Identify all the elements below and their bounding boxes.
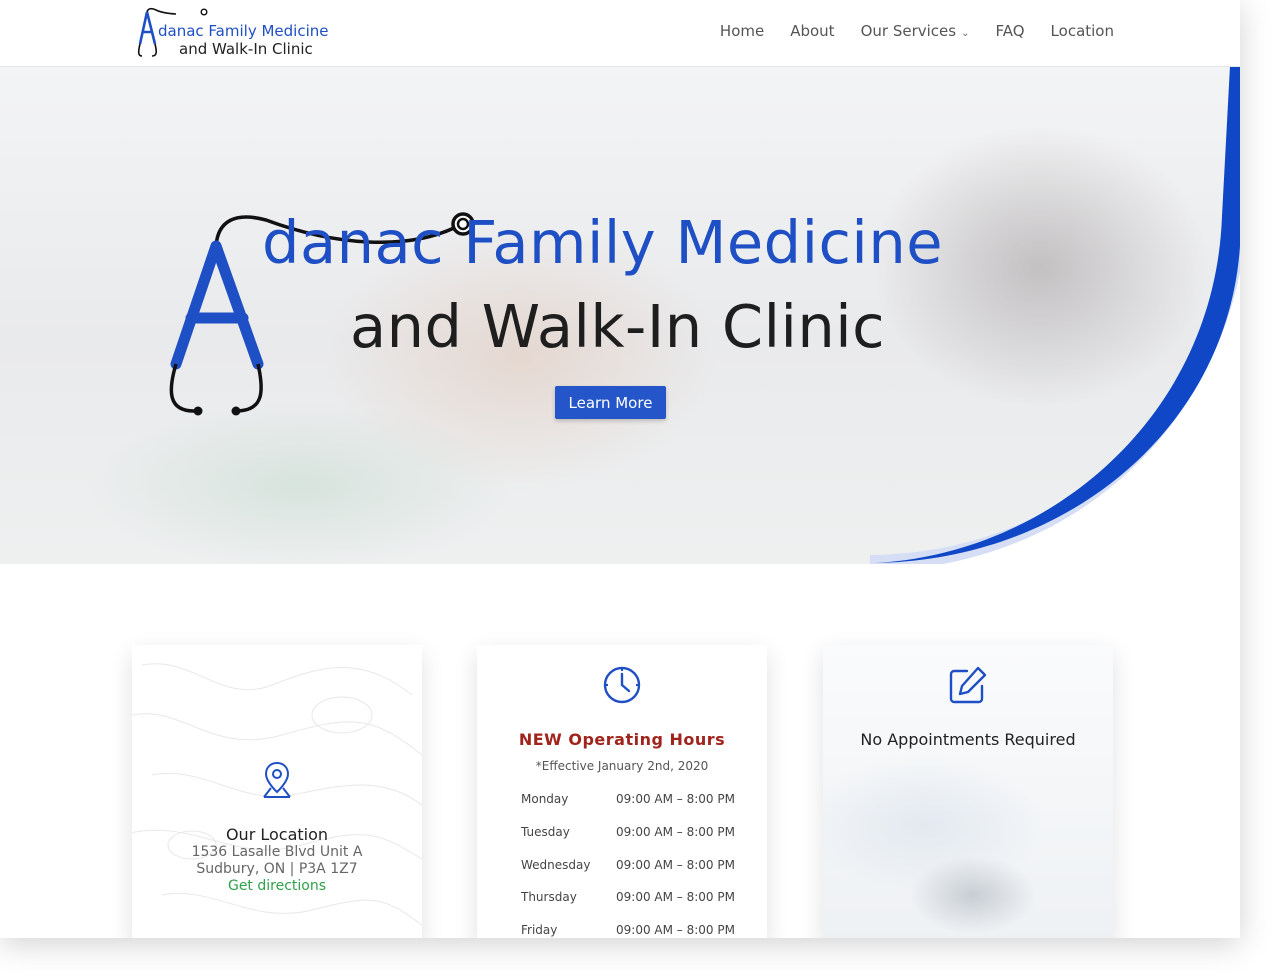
logo-line2: and Walk-In Clinic — [179, 40, 313, 58]
hero-title-line2: and Walk-In Clinic — [350, 292, 886, 361]
main-nav: Home About Our Services ⌄ FAQ Location — [694, 22, 1114, 40]
logo-line1: danac Family Medicine — [158, 22, 329, 40]
no-appointments-title: No Appointments Required — [860, 730, 1076, 749]
location-card: Our Location 1536 Lasalle Blvd Unit A Su… — [132, 645, 422, 938]
hours-time: 09:00 AM – 8:00 PM — [616, 890, 735, 904]
chevron-down-icon: ⌄ — [961, 28, 970, 39]
hero-section: danac Family Medicine and Walk-In Clinic… — [0, 66, 1240, 564]
hours-day: Monday — [521, 792, 569, 806]
nav-home[interactable]: Home — [720, 22, 764, 40]
site-header: danac Family Medicine and Walk-In Clinic… — [0, 0, 1240, 67]
map-pin-icon — [263, 761, 291, 798]
learn-more-button[interactable]: Learn More — [555, 386, 666, 419]
site-logo[interactable]: danac Family Medicine and Walk-In Clinic — [136, 6, 356, 60]
nav-our-services[interactable]: Our Services ⌄ — [861, 22, 970, 40]
hours-day: Wednesday — [521, 858, 591, 872]
location-title: Our Location — [225, 825, 329, 844]
hours-day: Thursday — [521, 890, 577, 904]
hero-title-line1: danac Family Medicine — [262, 208, 944, 277]
address-line2: Sudbury, ON | P3A 1Z7 — [196, 861, 358, 877]
hours-time: 09:00 AM – 8:00 PM — [616, 792, 735, 806]
nav-faq[interactable]: FAQ — [995, 22, 1024, 40]
clock-icon — [603, 666, 641, 704]
nav-our-services-label: Our Services — [860, 22, 957, 40]
hours-title: NEW Operating Hours — [518, 730, 726, 749]
appointments-card: No Appointments Required — [823, 645, 1113, 938]
hours-time: 09:00 AM – 8:00 PM — [616, 825, 735, 839]
hours-time: 09:00 AM – 8:00 PM — [616, 858, 735, 872]
edit-icon — [949, 666, 987, 704]
address-line1: 1536 Lasalle Blvd Unit A — [191, 844, 363, 860]
nav-about[interactable]: About — [790, 22, 834, 40]
hours-card: NEW Operating Hours *Effective January 2… — [477, 645, 767, 938]
hours-day: Friday — [521, 923, 558, 937]
hours-time: 09:00 AM – 8:00 PM — [616, 923, 735, 937]
page: danac Family Medicine and Walk-In Clinic… — [0, 0, 1240, 938]
hours-effective-date: *Effective January 2nd, 2020 — [535, 759, 709, 773]
nav-location[interactable]: Location — [1051, 22, 1114, 40]
get-directions-link[interactable]: Get directions — [228, 878, 326, 894]
hours-day: Tuesday — [521, 825, 570, 839]
